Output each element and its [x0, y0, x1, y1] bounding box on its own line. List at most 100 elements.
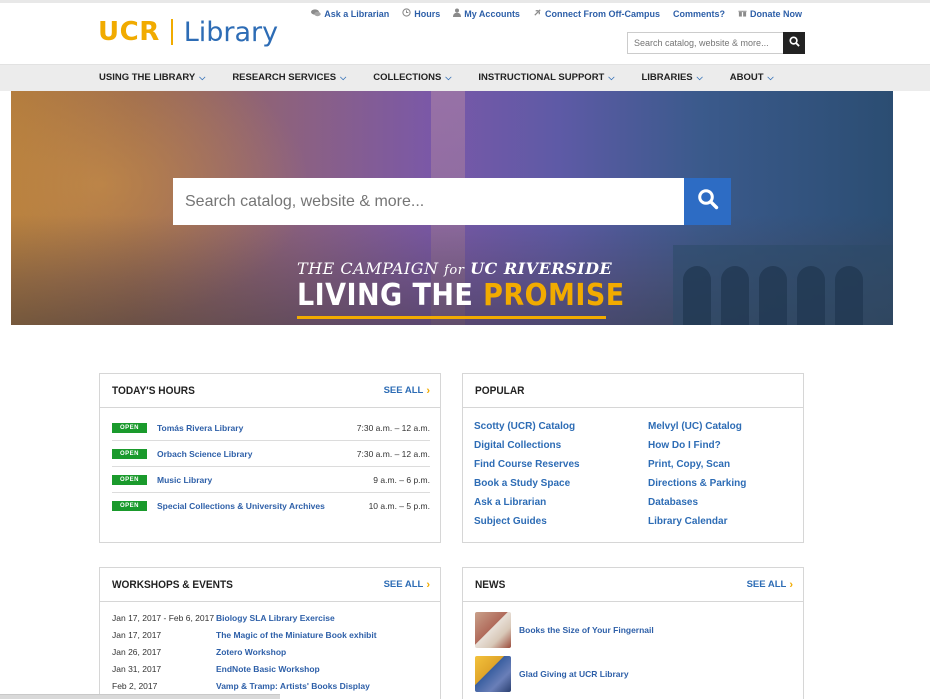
nav-libraries[interactable]: Libraries ⌵	[641, 72, 702, 83]
see-all-label: SEE ALL	[746, 579, 787, 590]
logo-divider	[170, 19, 173, 45]
news-panel: News SEE ALL › Books the Size of Your Fin…	[462, 567, 804, 699]
news-see-all-link[interactable]: SEE ALL ›	[747, 579, 793, 591]
news-item[interactable]: Books the Size of Your Fingernail	[475, 612, 654, 648]
nav-using-the-library[interactable]: Using the Library ⌵	[99, 72, 205, 83]
nav-research-services[interactable]: Research Services ⌵	[232, 72, 346, 83]
comments-link[interactable]: Comments?	[673, 8, 725, 19]
utility-links: Ask a Librarian Hours My Accounts Connec…	[311, 8, 802, 19]
my-accounts-link[interactable]: My Accounts	[453, 8, 520, 19]
popular-link[interactable]: Melvyl (UC) Catalog	[648, 421, 746, 435]
event-link[interactable]: The Magic of the Miniature Book exhibit	[216, 630, 377, 644]
todays-hours-panel: Today's Hours SEE ALL › OPEN Tomás Rivera…	[99, 373, 441, 543]
panel-title: Today's Hours	[112, 384, 195, 397]
event-link[interactable]: Zotero Workshop	[216, 647, 286, 661]
chevron-right-icon: ›	[789, 578, 793, 591]
hours-row: OPEN Tomás Rivera Library 7:30 a.m. – 12…	[112, 415, 430, 441]
event-date: Jan 26, 2017	[112, 647, 162, 657]
status-badge: OPEN	[112, 422, 147, 433]
panel-title: Workshops & Events	[112, 578, 233, 591]
panel-header: Workshops & Events SEE ALL ›	[100, 568, 440, 602]
event-link[interactable]: EndNote Basic Workshop	[216, 664, 320, 678]
tagline-gold: PROMISE	[483, 278, 625, 313]
event-row: Jan 17, 2017 - Feb 6, 2017 Biology SLA L…	[112, 613, 335, 627]
hero-search-button[interactable]	[684, 178, 731, 225]
nav-label: Research Services	[232, 72, 337, 83]
nav-label: About	[729, 72, 764, 83]
panel-title: Popular	[475, 384, 525, 397]
event-link[interactable]: Vamp & Tramp: Artists' Books Display	[216, 681, 370, 695]
panel-title: News	[475, 578, 506, 591]
hours-see-all-link[interactable]: SEE ALL ›	[384, 385, 430, 397]
hours-time: 7:30 a.m. – 12 a.m.	[356, 422, 430, 433]
status-badge: OPEN	[112, 474, 147, 485]
news-thumbnail	[475, 612, 511, 648]
hours-link[interactable]: Hours	[402, 8, 440, 19]
top-border	[0, 0, 930, 3]
ucr-library-logo[interactable]: UCR Library	[98, 14, 278, 50]
hours-time: 9 a.m. – 6 p.m.	[373, 474, 430, 485]
donate-now-link[interactable]: Donate Now	[738, 8, 802, 19]
news-title: Glad Giving at UCR Library	[519, 669, 629, 679]
header-search-button[interactable]	[783, 32, 805, 54]
workshops-see-all-link[interactable]: SEE ALL ›	[384, 579, 430, 591]
connect-icon	[533, 8, 542, 19]
nav-label: Libraries	[641, 72, 693, 83]
ask-librarian-link[interactable]: Ask a Librarian	[311, 8, 389, 19]
popular-link[interactable]: How Do I Find?	[648, 440, 746, 454]
popular-link[interactable]: Directions & Parking	[648, 478, 746, 492]
see-all-label: SEE ALL	[383, 385, 424, 396]
donate-now-label: Donate Now	[749, 8, 802, 19]
popular-link[interactable]: Book a Study Space	[474, 478, 580, 492]
campaign-tagline[interactable]: LIVING THE PROMISE	[297, 278, 625, 313]
hours-time: 10 a.m. – 5 p.m.	[368, 501, 430, 511]
header-search-input[interactable]	[627, 32, 783, 54]
news-thumbnail	[475, 656, 511, 692]
hero-search-input[interactable]	[173, 178, 684, 225]
news-title: Books the Size of Your Fingernail	[519, 625, 654, 635]
chevron-down-icon: ⌵	[340, 72, 347, 82]
news-item[interactable]: Glad Giving at UCR Library	[475, 656, 629, 692]
popular-link[interactable]: Scotty (UCR) Catalog	[474, 421, 580, 435]
event-row: Feb 2, 2017 Vamp & Tramp: Artists' Books…	[112, 681, 370, 695]
popular-link[interactable]: Ask a Librarian	[474, 497, 580, 511]
status-badge: OPEN	[112, 501, 147, 511]
gift-icon	[738, 8, 747, 19]
nav-collections[interactable]: Collections ⌵	[373, 72, 451, 83]
popular-link[interactable]: Databases	[648, 497, 746, 511]
chevron-down-icon: ⌵	[608, 72, 615, 82]
tagline-white: LIVING THE	[297, 278, 474, 313]
event-date: Jan 17, 2017	[112, 630, 162, 640]
user-icon	[453, 8, 462, 19]
library-link[interactable]: Music Library	[157, 475, 373, 485]
main-nav: Using the Library ⌵ Research Services ⌵ Co…	[0, 64, 930, 91]
horizontal-scrollbar[interactable]	[0, 694, 280, 699]
status-badge: OPEN	[112, 448, 147, 459]
comments-label: Comments?	[672, 8, 725, 19]
my-accounts-label: My Accounts	[464, 8, 520, 19]
ask-librarian-label: Ask a Librarian	[324, 8, 390, 19]
popular-link[interactable]: Find Course Reserves	[474, 459, 580, 473]
popular-link[interactable]: Print, Copy, Scan	[648, 459, 746, 473]
event-link[interactable]: Biology SLA Library Exercise	[216, 613, 335, 627]
hours-time: 7:30 a.m. – 12 a.m.	[356, 448, 430, 459]
logo-ucr-text: UCR	[98, 17, 160, 47]
library-link[interactable]: Orbach Science Library	[157, 449, 357, 459]
connect-off-campus-link[interactable]: Connect From Off-Campus	[533, 8, 660, 19]
nav-label: Instructional Support	[478, 72, 605, 83]
popular-links-left: Scotty (UCR) Catalog Digital Collections…	[474, 421, 580, 530]
header-search	[627, 32, 805, 54]
nav-about[interactable]: About ⌵	[730, 72, 774, 83]
chevron-down-icon: ⌵	[767, 72, 774, 82]
popular-link[interactable]: Subject Guides	[474, 516, 580, 530]
campaign-line: THE CAMPAIGN for UC RIVERSIDE	[297, 259, 612, 278]
search-icon	[788, 34, 800, 52]
popular-link[interactable]: Digital Collections	[474, 440, 580, 454]
popular-link[interactable]: Library Calendar	[648, 516, 746, 530]
see-all-label: SEE ALL	[383, 579, 424, 590]
nav-instructional-support[interactable]: Instructional Support ⌵	[478, 72, 614, 83]
library-link[interactable]: Tomás Rivera Library	[157, 423, 357, 433]
library-link[interactable]: Special Collections & University Archive…	[157, 501, 369, 511]
hours-row: OPEN Special Collections & University Ar…	[112, 493, 430, 519]
popular-panel: Popular Scotty (UCR) Catalog Digital Col…	[462, 373, 804, 543]
